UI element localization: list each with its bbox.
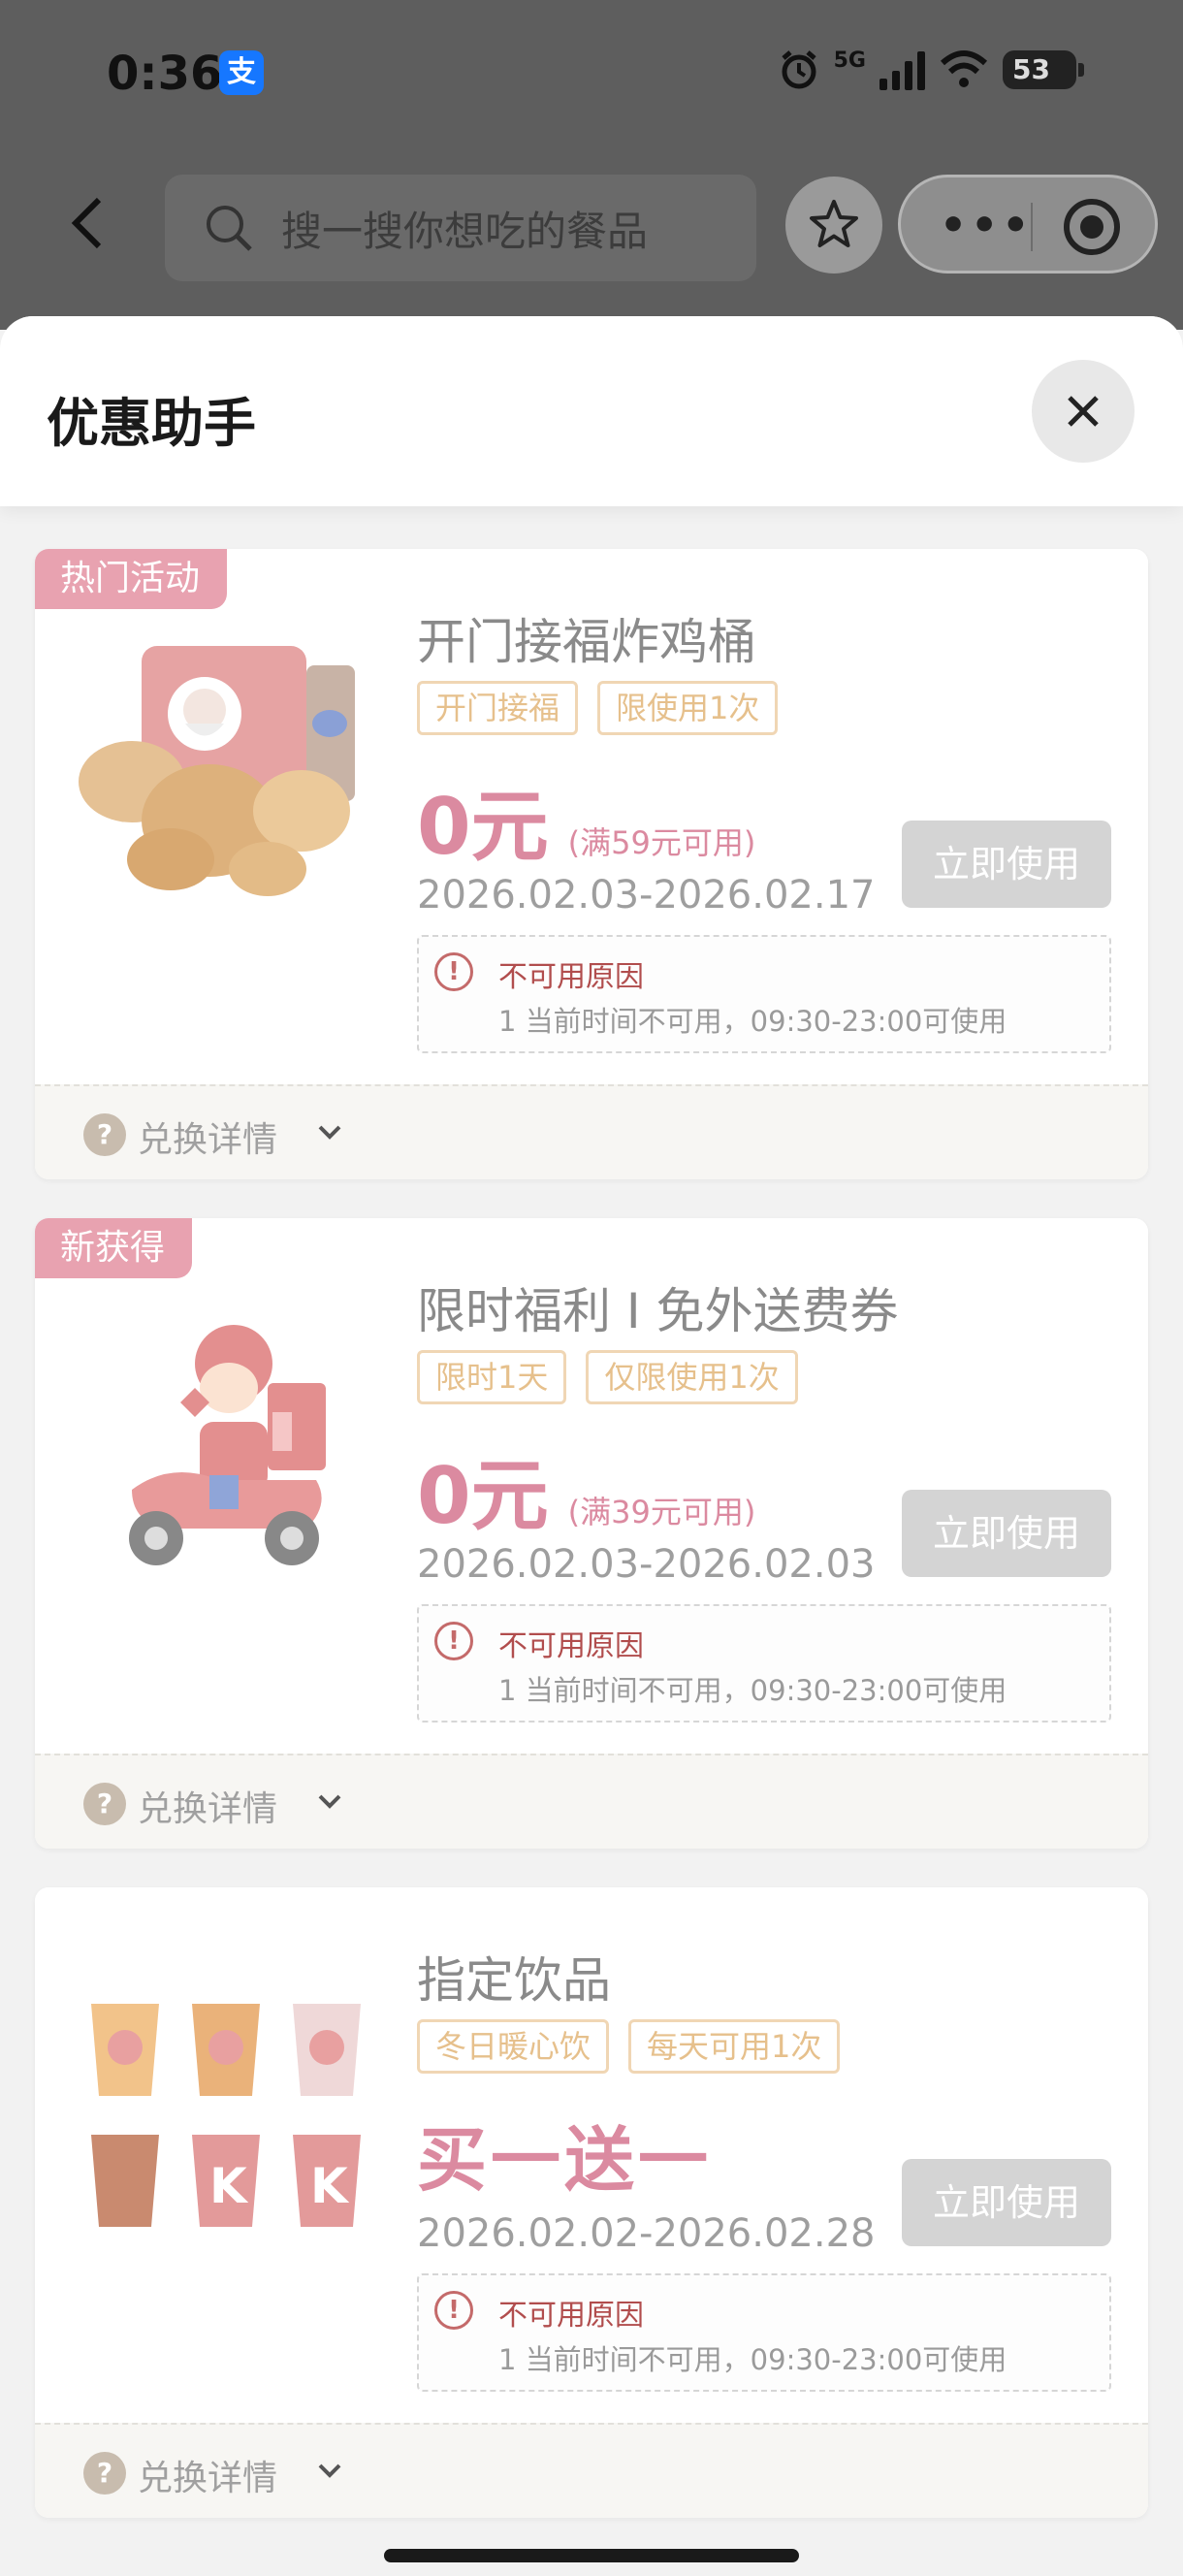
fried-chicken-bucket-image [79,646,355,896]
reason-description: 1 当前时间不可用，09:30-23:00可使用 [498,2343,1007,2376]
validity-date: 2026.02.03-2026.02.03 [417,1542,876,1587]
redeem-details-label: 兑换详情 [138,2459,278,2498]
warning-icon: ! [434,1622,473,1660]
battery-level: 53 [1012,53,1050,85]
chevron-down-icon [318,2463,341,2478]
coupon-list: 热门活动 开门接福炸鸡桶 开门接福 限使用1次 0元 (满59元可用) 2026… [35,549,1148,2557]
search-placeholder: 搜一搜你想吃的餐品 [281,207,649,255]
coupon-title: 指定饮品 [417,1952,611,2009]
star-icon [810,200,858,247]
redeem-details-label: 兑换详情 [138,1120,278,1160]
coupon-price: 0元 (满59元可用) [417,764,755,877]
validity-date: 2026.02.03-2026.02.17 [417,873,876,918]
coupon-tag: 冬日暖心饮 [417,2019,610,2074]
coupon-price: 0元 (满39元可用) [417,1433,755,1546]
coupon-body: 热门活动 开门接福炸鸡桶 开门接福 限使用1次 0元 (满59元可用) 2026… [35,549,1148,1084]
svg-text:K: K [310,2158,350,2214]
capsule-divider [1031,203,1033,251]
close-icon [1068,396,1099,427]
redeem-details-toggle[interactable]: ? 兑换详情 [35,1084,1148,1179]
price-condition: (满39元可用) [567,1494,756,1530]
status-bar: 0:36 支 5G 53 [0,0,1183,145]
home-indicator[interactable] [384,2549,799,2562]
chevron-down-icon [318,1125,341,1140]
coupon-tags: 冬日暖心饮 每天可用1次 [417,2019,841,2074]
validity-date: 2026.02.02-2026.02.28 [417,2211,876,2256]
system-icons: 5G 53 [778,48,1084,91]
coupon-card: K K 指定饮品 冬日暖心饮 每天可用1次 买一送一 2026.02.02-20… [35,1887,1148,2518]
close-button[interactable] [1032,360,1135,463]
clock: 0:36 [107,47,223,101]
coupon-tag: 每天可用1次 [628,2019,841,2074]
reason-description: 1 当前时间不可用，09:30-23:00可使用 [498,1005,1007,1038]
price-value: 0元 [417,1451,549,1541]
redeem-details-toggle[interactable]: ? 兑换详情 [35,1754,1148,1849]
sheet-header: 优惠助手 [0,316,1183,506]
coupon-tag: 开门接福 [417,681,579,735]
unavailable-reason: ! 不可用原因 1 当前时间不可用，09:30-23:00可使用 [417,935,1111,1053]
question-icon: ? [83,1113,126,1156]
kfc-drinks-image: K K [91,2004,361,2227]
coupon-badge: 热门活动 [35,549,228,609]
price-value: 0元 [417,782,549,872]
reason-title: 不可用原因 [498,1629,644,1663]
signal-icon [879,49,925,90]
coupon-tags: 限时1天 仅限使用1次 [417,1350,798,1404]
coupon-tag: 限时1天 [417,1350,567,1404]
unavailable-reason: ! 不可用原因 1 当前时间不可用，09:30-23:00可使用 [417,2273,1111,2392]
reason-description: 1 当前时间不可用，09:30-23:00可使用 [498,1674,1007,1707]
coupon-card: 热门活动 开门接福炸鸡桶 开门接福 限使用1次 0元 (满59元可用) 2026… [35,549,1148,1179]
sheet-title: 优惠助手 [47,393,256,454]
use-now-button[interactable]: 立即使用 [902,821,1111,908]
coupon-body: 新获得 限时福利 I 免外送费券 限时1天 仅限使用1次 0元 (满39元可用)… [35,1218,1148,1754]
coupon-title: 限时福利 I 免外送费券 [417,1283,899,1339]
coupon-body: K K 指定饮品 冬日暖心饮 每天可用1次 买一送一 2026.02.02-20… [35,1887,1148,2423]
delivery-scooter-rider-image [129,1325,326,1565]
coupon-tags: 开门接福 限使用1次 [417,681,779,735]
redeem-details-toggle[interactable]: ? 兑换详情 [35,2423,1148,2518]
alarm-icon [781,50,816,89]
coupon-title: 开门接福炸鸡桶 [417,614,756,670]
coupon-sheet: 优惠助手 热门活动 开门接福炸鸡桶 开门接福 限使用1次 0元 (满59元可用)… [0,316,1183,2576]
unavailable-reason: ! 不可用原因 1 当前时间不可用，09:30-23:00可使用 [417,1604,1111,1723]
search-box[interactable]: 搜一搜你想吃的餐品 [165,175,756,281]
coupon-tag: 限使用1次 [597,681,779,735]
price-condition: (满59元可用) [567,824,756,861]
close-miniprogram-icon[interactable] [1064,199,1120,255]
warning-icon: ! [434,2291,473,2330]
redeem-details-label: 兑换详情 [138,1789,278,1829]
question-icon: ? [83,1783,126,1825]
coupon-price: 买一送一 [417,2103,712,2205]
network-type: 5G [833,48,866,73]
coupon-tag: 仅限使用1次 [586,1350,798,1404]
wifi-icon [940,50,988,87]
more-icon[interactable]: ••• [940,201,1033,250]
chevron-down-icon [318,1794,341,1809]
reason-title: 不可用原因 [498,2299,644,2333]
nav-bar: 搜一搜你想吃的餐品 ••• [0,165,1183,281]
favorite-button[interactable] [785,177,882,274]
search-icon [207,206,252,251]
miniprogram-capsule: ••• [898,175,1158,274]
use-now-button[interactable]: 立即使用 [902,1490,1111,1577]
coupon-badge: 新获得 [35,1218,193,1278]
price-value: 买一送一 [417,2119,713,2201]
question-icon: ? [83,2452,126,2495]
warning-icon: ! [434,952,473,991]
reason-title: 不可用原因 [498,960,644,994]
coupon-card: 新获得 限时福利 I 免外送费券 限时1天 仅限使用1次 0元 (满39元可用)… [35,1218,1148,1849]
battery-icon: 53 [1003,50,1084,89]
alipay-icon: 支 [219,50,264,95]
back-arrow-icon[interactable] [68,194,107,252]
use-now-button[interactable]: 立即使用 [902,2159,1111,2246]
svg-text:K: K [209,2158,249,2214]
